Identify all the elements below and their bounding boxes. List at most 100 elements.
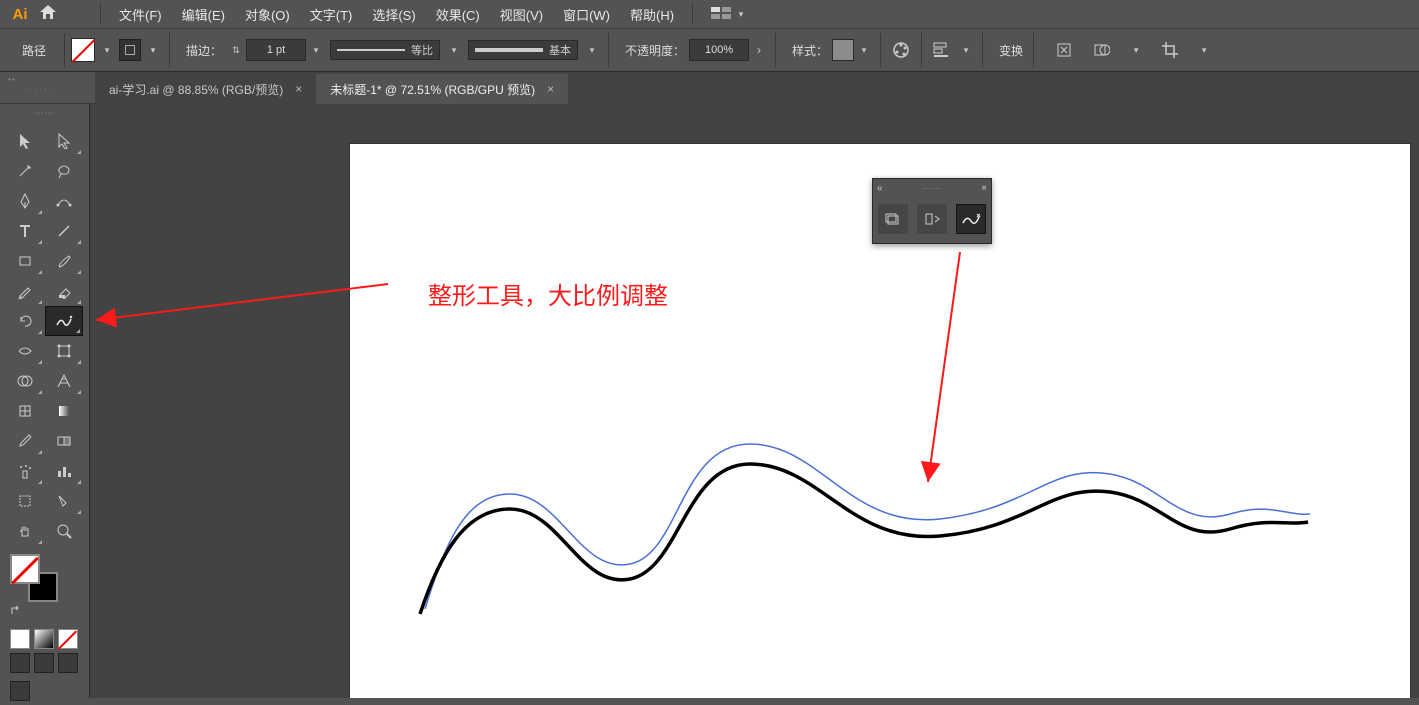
shape-builder-tool[interactable]: [6, 366, 44, 396]
eraser-tool[interactable]: [45, 276, 83, 306]
transform-label[interactable]: 变换: [989, 42, 1027, 59]
zoom-tool[interactable]: [45, 516, 83, 546]
blend-tool[interactable]: [45, 426, 83, 456]
chevron-down-icon[interactable]: ▾: [586, 45, 598, 56]
menu-view[interactable]: 视图(V): [490, 5, 553, 24]
tab-title: 未标题-1* @ 72.51% (RGB/GPU 预览): [330, 81, 535, 98]
selection-tool[interactable]: [6, 126, 44, 156]
chevron-down-icon[interactable]: ▾: [858, 45, 870, 56]
menu-object[interactable]: 对象(O): [235, 5, 300, 24]
chevron-down-icon[interactable]: ▾: [310, 45, 322, 56]
close-icon[interactable]: ×: [981, 183, 987, 194]
hand-tool[interactable]: [6, 516, 44, 546]
toolbox: ⋯⋯: [0, 104, 90, 698]
paintbrush-tool[interactable]: [45, 246, 83, 276]
document-tab[interactable]: 未标题-1* @ 72.51% (RGB/GPU 预览) ×: [316, 74, 568, 104]
recolor-artwork-icon[interactable]: [887, 36, 915, 64]
close-icon[interactable]: ×: [295, 82, 302, 96]
panel-dock-grip[interactable]: •• ······: [0, 72, 95, 104]
control-bar: 路径 ▾ ▾ 描边： ⇅ 1 pt ▾ 等比 ▾ 基本 ▾ 不透明度： 100%…: [0, 28, 1419, 72]
chevron-down-icon[interactable]: ▾: [735, 9, 747, 20]
free-transform-tool[interactable]: [45, 336, 83, 366]
isolate-group: ▾ ▾: [1050, 36, 1214, 64]
magic-wand-tool[interactable]: [6, 156, 44, 186]
draw-inside[interactable]: [58, 653, 78, 673]
color-none[interactable]: [58, 629, 78, 649]
stroke-weight-field[interactable]: 1 pt: [246, 39, 306, 61]
divider: [692, 4, 693, 24]
chevron-down-icon[interactable]: ▾: [960, 45, 972, 56]
pencil-tool[interactable]: [6, 276, 44, 306]
perspective-grid-tool[interactable]: [45, 366, 83, 396]
menu-help[interactable]: 帮助(H): [620, 5, 684, 24]
reshape-tool[interactable]: [45, 306, 83, 336]
panel-btn-layers[interactable]: [878, 204, 908, 234]
menu-type[interactable]: 文字(T): [300, 5, 363, 24]
chevron-down-icon[interactable]: ▾: [448, 45, 460, 56]
brush-definition[interactable]: 基本: [468, 40, 578, 60]
graphic-style-swatch[interactable]: [832, 39, 854, 61]
color-gradient[interactable]: [34, 629, 54, 649]
preset-label: 基本: [549, 42, 571, 58]
eyedropper-tool[interactable]: [6, 426, 44, 456]
curvature-tool[interactable]: [45, 186, 83, 216]
fill-swatch[interactable]: [71, 38, 95, 62]
menu-effect[interactable]: 效果(C): [426, 5, 490, 24]
tab-title: ai-学习.ai @ 88.85% (RGB/预览): [109, 81, 283, 98]
menu-window[interactable]: 窗口(W): [553, 5, 620, 24]
color-mode-row: [0, 629, 89, 649]
width-tool[interactable]: [6, 336, 44, 366]
style-label: 样式：: [782, 42, 832, 59]
chevron-down-icon[interactable]: ▾: [1130, 36, 1142, 64]
isolate-icon[interactable]: [1050, 36, 1078, 64]
direct-selection-tool[interactable]: [45, 126, 83, 156]
home-icon[interactable]: [34, 5, 62, 23]
menu-file[interactable]: 文件(F): [109, 5, 172, 24]
crop-icon[interactable]: [1156, 36, 1184, 64]
floating-reshape-panel[interactable]: « ⋯⋯ ×: [872, 178, 992, 244]
fill-stroke-swatch[interactable]: [0, 548, 89, 608]
mask-icon[interactable]: [1088, 36, 1116, 64]
stroke-swatch[interactable]: [119, 39, 141, 61]
stroke-label: 描边：: [176, 42, 226, 59]
rotate-tool[interactable]: [6, 306, 44, 336]
color-solid[interactable]: [10, 629, 30, 649]
panel-btn-reshape[interactable]: [956, 204, 986, 234]
line-segment-tool[interactable]: [45, 216, 83, 246]
type-tool[interactable]: [6, 216, 44, 246]
screen-mode[interactable]: [10, 681, 30, 701]
mesh-tool[interactable]: [6, 396, 44, 426]
close-icon[interactable]: ×: [547, 82, 554, 96]
variable-width-profile[interactable]: 等比: [330, 40, 440, 60]
opacity-label: 不透明度：: [615, 42, 689, 59]
gradient-tool[interactable]: [45, 396, 83, 426]
stepper-icon[interactable]: ⇅: [230, 45, 242, 56]
rectangle-tool[interactable]: [6, 246, 44, 276]
slice-tool[interactable]: [45, 486, 83, 516]
app-logo: Ai: [6, 6, 34, 23]
panel-grip[interactable]: ⋯⋯: [889, 183, 976, 194]
menu-select[interactable]: 选择(S): [362, 5, 425, 24]
chevron-down-icon[interactable]: ▾: [1198, 36, 1210, 64]
panel-btn-align[interactable]: [917, 204, 947, 234]
menu-edit[interactable]: 编辑(E): [172, 5, 235, 24]
lasso-tool[interactable]: [45, 156, 83, 186]
column-graph-tool[interactable]: [45, 456, 83, 486]
panel-grip[interactable]: ⋯⋯: [0, 104, 89, 124]
screen-mode-row: [0, 677, 89, 705]
draw-normal[interactable]: [10, 653, 30, 673]
symbol-sprayer-tool[interactable]: [6, 456, 44, 486]
document-tab[interactable]: ai-学习.ai @ 88.85% (RGB/预览) ×: [95, 74, 316, 104]
document-viewport[interactable]: 整形工具，大比例调整: [90, 104, 1419, 698]
workspace-switcher-icon[interactable]: [711, 7, 731, 21]
opacity-field[interactable]: 100%: [689, 39, 749, 61]
chevron-down-icon[interactable]: ▾: [101, 45, 113, 56]
menu-bar: Ai 文件(F) 编辑(E) 对象(O) 文字(T) 选择(S) 效果(C) 视…: [0, 0, 1419, 28]
draw-behind[interactable]: [34, 653, 54, 673]
more-arrow-icon[interactable]: ›: [749, 43, 769, 57]
align-panel-icon[interactable]: [928, 36, 956, 64]
chevron-down-icon[interactable]: ▾: [147, 45, 159, 56]
pen-tool[interactable]: [6, 186, 44, 216]
panel-collapse-icon[interactable]: «: [877, 183, 883, 194]
artboard-tool[interactable]: [6, 486, 44, 516]
